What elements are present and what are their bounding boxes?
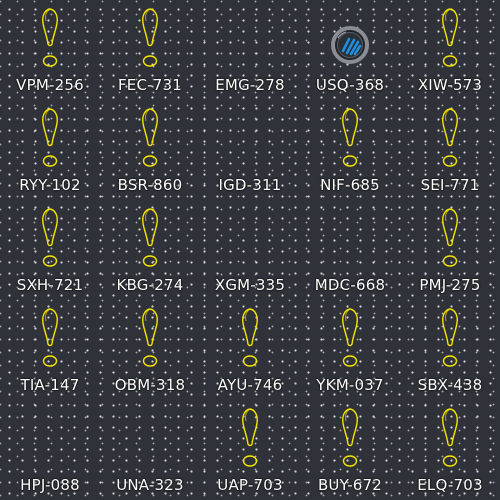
cell-label: SEI-771: [420, 176, 480, 194]
cell-label: NIF-685: [320, 176, 380, 194]
grid-cell-mdc-668[interactable]: MDC-668: [300, 200, 400, 300]
grid-cell-emg-278[interactable]: EMG-278: [200, 0, 300, 100]
cell-label: BUY-672: [317, 476, 383, 494]
cell-label: TIA-147: [20, 376, 80, 394]
grid-cell-nif-685[interactable]: NIF-685: [300, 100, 400, 200]
outline-marker-icon: [142, 308, 158, 367]
outline-marker-icon: [42, 108, 58, 167]
grid-cell-usq-368[interactable]: USQ-368: [300, 0, 400, 100]
cell-label: XGM-335: [214, 276, 286, 294]
grid-cell-uap-703[interactable]: UAP-703: [200, 400, 300, 500]
grid-cell-ayu-746[interactable]: AYU-746: [200, 300, 300, 400]
outline-marker-icon: [242, 408, 258, 467]
grid-cell-tia-147[interactable]: TIA-147: [0, 300, 100, 400]
grid-cell-hpj-088[interactable]: HPJ-088: [0, 400, 100, 500]
outline-marker-icon: [42, 308, 58, 367]
cell-label: RYY-102: [19, 176, 81, 194]
grid-cell-una-323[interactable]: UNA-323: [100, 400, 200, 500]
cell-label: UAP-703: [217, 476, 283, 494]
cell-label: ELQ-703: [417, 476, 483, 494]
device-grid: VPM-256 FEC-731 EMG-278 USQ-368 XIW-573 …: [0, 0, 500, 500]
cell-label: YKM-037: [316, 376, 384, 394]
grid-cell-sei-771[interactable]: SEI-771: [400, 100, 500, 200]
outline-marker-icon: [142, 108, 158, 167]
cell-label: AYU-746: [217, 376, 283, 394]
outline-marker-icon: [442, 308, 458, 367]
grid-cell-sbx-438[interactable]: SBX-438: [400, 300, 500, 400]
outline-marker-icon: [342, 108, 358, 167]
cell-label: MDC-668: [314, 276, 386, 294]
cell-label: OBM-318: [114, 376, 186, 394]
cell-label: FEC-731: [117, 76, 183, 94]
grid-cell-ryy-102[interactable]: RYY-102: [0, 100, 100, 200]
outline-marker-icon: [142, 8, 158, 67]
cell-label: EMG-278: [215, 76, 285, 94]
cell-label: USQ-368: [315, 76, 385, 94]
outline-marker-icon: [442, 108, 458, 167]
outline-marker-icon: [42, 8, 58, 67]
grid-cell-obm-318[interactable]: OBM-318: [100, 300, 200, 400]
outline-marker-icon: [442, 8, 458, 67]
cell-label: HPJ-088: [20, 476, 80, 494]
outline-marker-icon: [342, 308, 358, 367]
outline-marker-icon: [442, 408, 458, 467]
cell-label: KBG-274: [116, 276, 184, 294]
grid-cell-fec-731[interactable]: FEC-731: [100, 0, 200, 100]
grid-cell-igd-311[interactable]: IGD-311: [200, 100, 300, 200]
grid-cell-kbg-274[interactable]: KBG-274: [100, 200, 200, 300]
grid-cell-buy-672[interactable]: BUY-672: [300, 400, 400, 500]
outline-marker-icon: [142, 208, 158, 267]
grid-cell-elq-703[interactable]: ELQ-703: [400, 400, 500, 500]
grid-cell-bsr-860[interactable]: BSR-860: [100, 100, 200, 200]
cell-label: BSR-860: [117, 176, 183, 194]
cell-label: IGD-311: [218, 176, 282, 194]
wifi-device-icon: [331, 26, 369, 64]
cell-label: UNA-323: [116, 476, 184, 494]
cell-label: PMJ-275: [419, 276, 481, 294]
grid-cell-xgm-335[interactable]: XGM-335: [200, 200, 300, 300]
outline-marker-icon: [442, 208, 458, 267]
cell-label: XIW-573: [417, 76, 483, 94]
outline-marker-icon: [42, 208, 58, 267]
grid-cell-ykm-037[interactable]: YKM-037: [300, 300, 400, 400]
cell-label: SBX-438: [417, 376, 483, 394]
grid-cell-xiw-573[interactable]: XIW-573: [400, 0, 500, 100]
grid-cell-sxh-721[interactable]: SXH-721: [0, 200, 100, 300]
grid-cell-pmj-275[interactable]: PMJ-275: [400, 200, 500, 300]
outline-marker-icon: [242, 308, 258, 367]
grid-cell-vpm-256[interactable]: VPM-256: [0, 0, 100, 100]
cell-label: SXH-721: [16, 276, 84, 294]
outline-marker-icon: [342, 408, 358, 467]
cell-label: VPM-256: [16, 76, 84, 94]
